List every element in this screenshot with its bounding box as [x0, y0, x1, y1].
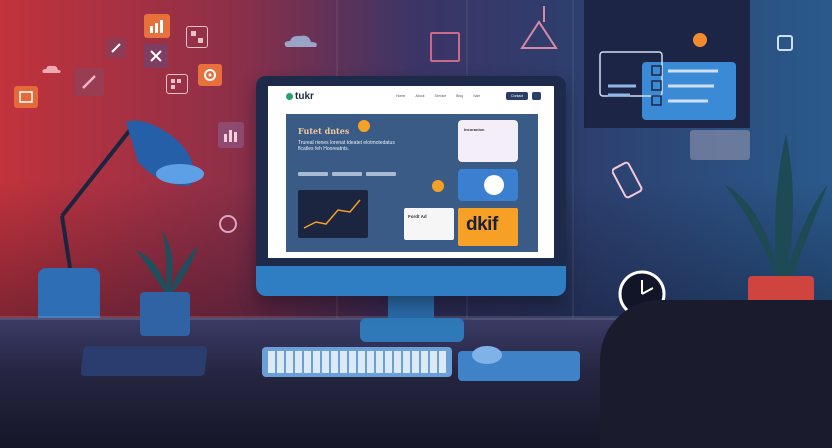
- calculator-icon: [166, 74, 188, 94]
- brand-card[interactable]: dkif: [458, 208, 518, 246]
- hanger-icon: [518, 4, 560, 52]
- gear-icon: [198, 64, 222, 86]
- workspace-scene: tukr Home About Service Blog Sale Contac…: [0, 0, 832, 448]
- monitor-stand-base: [360, 318, 464, 342]
- website-hero: Futet dntes Trureal rienes lorenat tdeat…: [286, 114, 538, 252]
- hero-form: [298, 172, 396, 176]
- image-icon: [14, 86, 38, 108]
- play-icon[interactable]: [358, 120, 370, 132]
- office-chair: [600, 300, 832, 448]
- cloud-icon: [282, 34, 320, 48]
- form-field[interactable]: [366, 172, 396, 176]
- coffee-icon: [218, 214, 238, 234]
- pen-icon: [74, 68, 104, 96]
- cloud-icon: [40, 64, 62, 74]
- plant-pot: [140, 292, 190, 336]
- notification-dot-icon: [432, 180, 444, 192]
- monitor: tukr Home About Service Blog Sale Contac…: [256, 76, 566, 296]
- nav-link[interactable]: About: [415, 94, 424, 98]
- nav-link[interactable]: Home: [396, 94, 405, 98]
- bar-chart-icon: [218, 122, 244, 148]
- checklist-icon: [599, 33, 736, 120]
- form-field[interactable]: [332, 172, 362, 176]
- brand-card-text: dkif: [466, 214, 498, 235]
- chart-icon: [144, 14, 170, 38]
- nav-link[interactable]: Sale: [473, 94, 480, 98]
- nav-link[interactable]: Blog: [456, 94, 463, 98]
- tablet-icon: [772, 28, 800, 56]
- text-card-title: Fordt Ad: [408, 214, 427, 219]
- monitor-screen[interactable]: tukr Home About Service Blog Sale Contac…: [268, 86, 554, 258]
- website-logo[interactable]: tukr: [286, 91, 314, 102]
- line-chart-card: [298, 190, 368, 238]
- profile-card[interactable]: [458, 169, 518, 201]
- grid-icon: [186, 26, 208, 48]
- nav-link[interactable]: Service: [435, 94, 447, 98]
- frame-icon: [430, 32, 460, 62]
- wall-board: [584, 0, 750, 128]
- keyboard-keys: [268, 351, 446, 373]
- wall-panel-line: [572, 0, 574, 320]
- form-field[interactable]: [298, 172, 328, 176]
- keyboard: [262, 347, 452, 377]
- search-icon[interactable]: [532, 92, 541, 100]
- nav-contact-button[interactable]: Contact: [506, 92, 528, 100]
- website-navbar: tukr Home About Service Blog Sale Contac…: [268, 86, 554, 108]
- close-x-icon: [144, 44, 168, 68]
- info-card[interactable]: Incoranion: [458, 120, 518, 162]
- pencil-icon: [106, 38, 126, 58]
- hero-text: Trureal rienes lorenat tdeatet elotmoted…: [298, 140, 395, 152]
- info-card-title: Incoranion: [464, 127, 485, 132]
- hero-title: Futet dntes: [298, 126, 350, 136]
- mouse: [472, 346, 502, 364]
- website-nav-links: Home About Service Blog Sale: [396, 94, 480, 98]
- phone-icon: [612, 160, 646, 200]
- line-chart: [303, 199, 361, 229]
- closed-laptop: [80, 346, 208, 376]
- monitor-chin: [256, 266, 566, 296]
- plant-leaves: [128, 226, 204, 296]
- text-card[interactable]: Fordt Ad: [404, 208, 454, 240]
- avatar: [484, 175, 504, 195]
- plant-leaves: [716, 124, 832, 284]
